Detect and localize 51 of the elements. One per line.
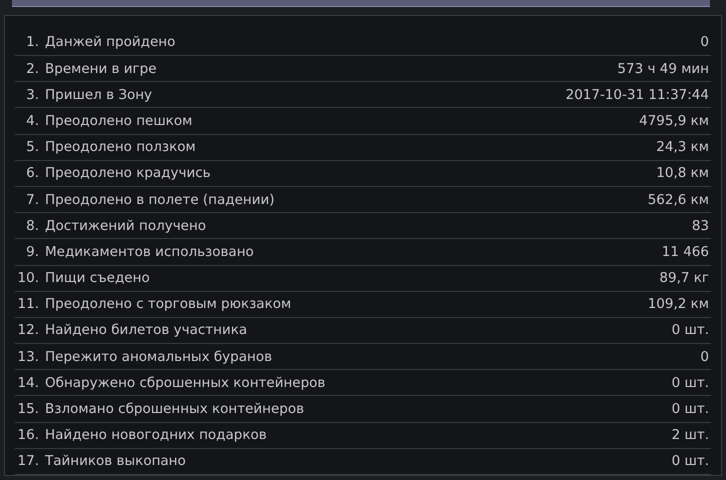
row-number: 17. [16, 453, 39, 470]
row-number: 9. [25, 244, 39, 260]
stat-value: 11 466 [662, 244, 710, 260]
row-number: 5. [25, 139, 39, 156]
stat-label: Преодолено ползком [45, 139, 197, 156]
stat-value: 2 шт. [672, 427, 710, 444]
stat-label: Взломано сброшенных контейнеров [45, 401, 306, 418]
stat-value: 0 шт. [672, 453, 710, 470]
row-number: 13. [16, 348, 39, 365]
stat-value: 0 [700, 348, 710, 365]
row-number: 2. [25, 60, 39, 77]
stat-label: Времени в игре [45, 60, 158, 77]
stat-label: Достижений получено [45, 218, 208, 234]
row-number: 12. [16, 322, 39, 338]
row-number: 6. [25, 165, 39, 182]
stat-label: Медикаментов использовано [45, 244, 255, 260]
stat-value: 562,6 км [648, 192, 710, 208]
stat-label: Преодолено в полете (падении) [45, 192, 276, 208]
row-number: 7. [25, 192, 39, 208]
stat-label: Найдено новогодних подарков [45, 427, 268, 444]
stat-label: Обнаружено сброшенных контейнеров [45, 374, 326, 391]
stat-value: 0 шт. [672, 374, 710, 391]
stat-label: Преодолено крадучись [45, 165, 212, 182]
row-number: 1. [25, 34, 39, 50]
stat-label: Пришел в Зону [45, 86, 154, 103]
row-number: 10. [16, 270, 39, 286]
row-number: 14. [16, 374, 39, 391]
row-number: 3. [25, 86, 39, 103]
stat-label: Преодолено пешком [45, 112, 194, 129]
stat-label: Пережито аномальных буранов [45, 348, 274, 365]
stat-value: 2017-10-31 11:37:44 [566, 86, 710, 103]
stat-value: 573 ч 49 мин [617, 60, 710, 77]
stat-label: Преодолено с торговым рюкзаком [45, 296, 292, 312]
stat-value: 83 [692, 218, 710, 234]
row-number: 8. [25, 218, 39, 234]
stat-value: 89,7 кг [659, 270, 710, 286]
row-number: 4. [25, 112, 39, 129]
row-number: 16. [16, 427, 39, 444]
stat-value: 24,3 км [656, 139, 710, 156]
stat-value: 0 шт. [672, 322, 710, 338]
stat-value: 10,8 км [656, 165, 710, 182]
stat-value: 109,2 км [648, 296, 710, 312]
stat-label: Тайников выкопано [45, 453, 187, 470]
stat-label: Данжей пройдено [45, 34, 176, 50]
stat-label: Пищи съедено [45, 270, 151, 286]
stat-label: Найдено билетов участника [45, 322, 248, 338]
row-number: 15. [16, 401, 39, 418]
stat-value: 0 шт. [672, 401, 710, 418]
stat-value: 0 [700, 34, 710, 50]
stat-value: 4795,9 км [639, 112, 710, 129]
row-number: 11. [16, 296, 39, 312]
